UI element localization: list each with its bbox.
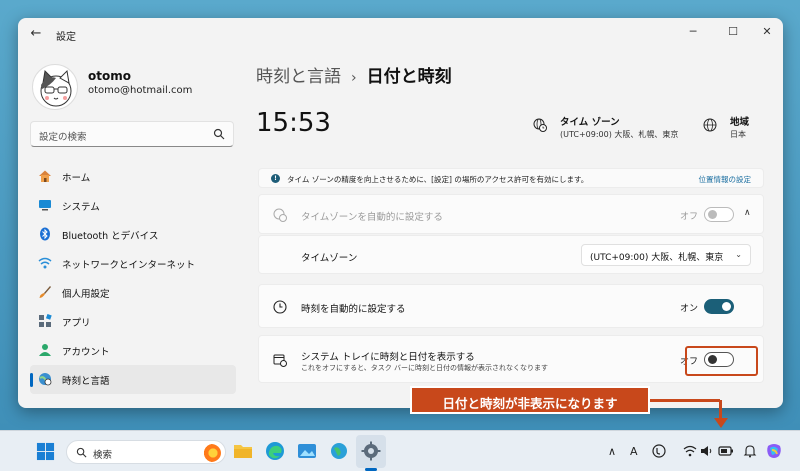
copilot-icon[interactable] <box>765 442 783 460</box>
sidebar-item-label: ネットワークとインターネット <box>62 260 196 271</box>
breadcrumb: 時刻と言語 › 日付と時刻 <box>256 62 452 87</box>
search-icon <box>76 447 87 458</box>
timezone-label: タイムゾーン <box>301 253 358 264</box>
settings-gear-icon[interactable] <box>360 440 382 462</box>
search-placeholder: 設定の検索 <box>39 132 87 143</box>
sidebar-item-home[interactable]: ホーム <box>30 162 236 191</box>
person-icon <box>39 344 51 356</box>
brush-icon <box>39 286 51 298</box>
globe-clock-icon <box>533 118 547 132</box>
callout-text: 日付と時刻が非表示になります <box>442 396 618 411</box>
timezone-dropdown-value: (UTC+09:00) 大阪、札幌、東京 <box>590 253 724 263</box>
minimize-button[interactable]: ─ <box>682 22 704 42</box>
sidebar-item-label: ホーム <box>62 173 91 184</box>
globe-clock-icon <box>273 208 287 222</box>
sidebar-item-label: システム <box>62 202 100 213</box>
info-text: タイム ゾーンの精度を向上させるために、[設定] の場所のアクセス許可を有効にし… <box>287 175 589 184</box>
taskbar-search-placeholder: 検索 <box>93 450 113 461</box>
auto-time-state: オン <box>680 304 699 314</box>
edge-icon[interactable] <box>264 440 286 462</box>
avatar[interactable] <box>32 64 78 110</box>
callout-label: 日付と時刻が非表示になります <box>410 386 650 414</box>
breadcrumb-separator: › <box>351 70 357 86</box>
taskbar: 検索 ∧ A <box>0 430 800 471</box>
calendar-clock-icon <box>273 354 287 367</box>
copilot-key-icon[interactable] <box>652 444 666 458</box>
page-title: 日付と時刻 <box>366 67 452 87</box>
sidebar-item-bluetooth[interactable]: Bluetooth とデバイス <box>30 220 236 249</box>
battery-icon[interactable] <box>718 445 734 457</box>
windows-start-icon[interactable] <box>36 442 55 461</box>
maps-globe-icon[interactable] <box>328 440 350 462</box>
current-time: 15:53 <box>256 108 331 138</box>
notification-bell-icon[interactable] <box>743 444 757 458</box>
sidebar-item-accounts[interactable]: アカウント <box>30 336 236 365</box>
show-in-tray-label: システム トレイに時刻と日付を表示する <box>301 352 475 363</box>
volume-icon[interactable] <box>700 444 714 458</box>
sidebar-item-label: アプリ <box>62 318 91 329</box>
search-icon <box>213 128 225 140</box>
sidebar-item-personalization[interactable]: 個人用設定 <box>30 278 236 307</box>
close-button[interactable]: ✕ <box>756 22 778 42</box>
back-button[interactable]: ← <box>28 26 44 42</box>
auto-timezone-state: オフ <box>680 212 699 222</box>
collapse-chevron-icon[interactable]: ∧ <box>744 208 751 218</box>
wifi-icon <box>38 257 52 269</box>
settings-window: ← 設定 ─ ☐ ✕ otomo otomo@hotmail.com 設定の検索 <box>18 18 783 408</box>
file-explorer-icon[interactable] <box>232 440 254 462</box>
monitor-icon <box>39 200 51 211</box>
globe-icon <box>703 118 717 132</box>
home-icon <box>39 170 51 182</box>
timezone-title: タイム ゾーン <box>560 117 620 128</box>
chevron-down-icon: ⌄ <box>735 250 742 259</box>
sidebar-item-apps[interactable]: アプリ <box>30 307 236 336</box>
callout-arrow-line <box>650 399 720 402</box>
auto-time-row: 時刻を自動的に設定する オン <box>258 284 764 328</box>
title-bar: ← 設定 ─ ☐ ✕ <box>18 18 783 50</box>
timezone-row: タイムゾーン (UTC+09:00) 大阪、札幌、東京 ⌄ <box>258 235 764 274</box>
settings-search-input[interactable]: 設定の検索 <box>30 121 234 147</box>
ime-indicator[interactable]: A <box>630 445 638 458</box>
timezone-dropdown[interactable]: (UTC+09:00) 大阪、札幌、東京 ⌄ <box>581 244 751 266</box>
apps-icon <box>39 314 52 327</box>
app-title: 設定 <box>56 32 76 43</box>
auto-timezone-toggle[interactable] <box>704 207 734 222</box>
auto-timezone-row: タイムゾーンを自動的に設定する オフ ∧ <box>258 194 764 234</box>
profile-name: otomo <box>88 69 131 83</box>
auto-time-toggle[interactable] <box>704 299 734 314</box>
photos-icon[interactable] <box>296 440 318 462</box>
info-icon: ! <box>271 174 280 183</box>
profile-email: otomo@hotmail.com <box>88 85 193 96</box>
region-value: 日本 <box>730 130 746 139</box>
clock-icon <box>273 300 287 314</box>
clock-globe-icon <box>39 373 52 386</box>
sidebar-item-network[interactable]: ネットワークとインターネット <box>30 249 236 278</box>
sidebar-item-label: 個人用設定 <box>62 289 110 300</box>
sidebar-item-system[interactable]: システム <box>30 191 236 220</box>
callout-arrow-head <box>714 418 728 428</box>
tray-overflow-chevron-icon[interactable]: ∧ <box>608 445 616 458</box>
maximize-button[interactable]: ☐ <box>722 22 744 42</box>
sidebar-item-time-language[interactable]: 時刻と言語 <box>30 365 236 394</box>
timezone-value: (UTC+09:00) 大阪、札幌、東京 <box>560 130 679 139</box>
sidebar-item-label: アカウント <box>62 347 110 358</box>
active-indicator <box>30 373 33 387</box>
toggle-highlight-box <box>685 346 758 376</box>
show-in-tray-description: これをオフにすると、タスク バーに時刻と日付の情報が表示されなくなります <box>301 364 549 372</box>
sidebar-item-label: 時刻と言語 <box>62 376 110 387</box>
cat-avatar-icon <box>40 69 72 107</box>
sidebar-nav: ホーム システム Bluetooth とデバイス ネットワークとインターネット <box>30 162 236 394</box>
search-highlight-icon <box>201 444 221 462</box>
sidebar-item-label: Bluetooth とデバイス <box>62 231 159 242</box>
bluetooth-icon <box>40 227 50 241</box>
auto-timezone-label: タイムゾーンを自動的に設定する <box>301 212 443 223</box>
auto-time-label: 時刻を自動的に設定する <box>301 304 406 315</box>
taskbar-search[interactable]: 検索 <box>66 440 226 464</box>
breadcrumb-parent[interactable]: 時刻と言語 <box>256 67 341 87</box>
wifi-icon[interactable] <box>683 444 697 458</box>
location-settings-link[interactable]: 位置情報の設定 <box>699 174 752 185</box>
region-title: 地域 <box>730 117 750 128</box>
info-banner: ! タイム ゾーンの精度を向上させるために、[設定] の場所のアクセス許可を有効… <box>258 168 764 188</box>
callout-arrow-shaft <box>719 400 722 420</box>
